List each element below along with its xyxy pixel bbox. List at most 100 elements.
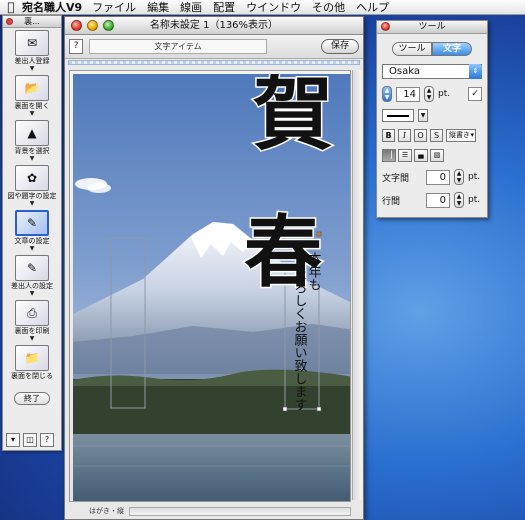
menu-window[interactable]: ウインドウ	[246, 0, 301, 15]
font-size-input[interactable]: 14	[396, 86, 420, 102]
step-sender-register[interactable]: ✉ 差出人登録 ▼	[3, 28, 61, 73]
close-back-icon: 📁	[15, 345, 49, 371]
close-window-icon[interactable]	[71, 20, 82, 31]
italic-button[interactable]: I	[398, 129, 411, 142]
tab-tool[interactable]: ツール	[392, 42, 432, 56]
image-title-icon: ✿	[15, 165, 49, 191]
zoom-window-icon[interactable]	[103, 20, 114, 31]
palette-menu-icon[interactable]: ▾	[6, 433, 20, 447]
down-arrow-icon: ▼	[29, 65, 35, 72]
line-spacing-row: 行間 0 ▲ ▼ pt.	[382, 192, 482, 208]
save-button[interactable]: 保存	[321, 39, 359, 54]
document-title: 名称未設定 1（136%表示）	[149, 20, 279, 31]
mode-indicator: 文字アイテム	[89, 39, 267, 54]
menu-line[interactable]: 線画	[180, 0, 202, 15]
font-name: Osaka	[389, 66, 420, 77]
palette-title: 裏...	[24, 17, 40, 26]
line-spacing-input[interactable]: 0	[426, 192, 450, 208]
eyedropper-icon[interactable]: ✓	[468, 87, 482, 101]
down-arrow-icon: ▼	[29, 335, 35, 342]
direction-select[interactable]: 縦書き	[446, 129, 476, 142]
help-button[interactable]: ?	[69, 39, 83, 54]
char-spacing-unit: pt.	[468, 172, 481, 182]
greeting-line-1[interactable]: 本年も	[306, 252, 322, 291]
menu-help[interactable]: ヘルプ	[356, 0, 389, 15]
step-open-back[interactable]: 📂 裏面を開く ▼	[3, 73, 61, 118]
size-unit: pt.	[438, 89, 451, 99]
vertical-scrollbar[interactable]	[352, 70, 362, 500]
paper-size-label: はがき・縦	[89, 507, 124, 515]
align-bottom-icon[interactable]: ▄	[414, 149, 428, 162]
down-arrow-icon: ▼	[29, 245, 35, 252]
document-window: 名称未設定 1（136%表示） ? 文字アイテム 保存 賀 春 本年も よろしく…	[64, 16, 364, 520]
tool-panel: ツール ツール 文字 Osaka ⇕ ▲ ▼ 14 ▲ ▼ pt. ✓ ▼ B I …	[376, 20, 488, 218]
align-center-icon[interactable]: ☰	[398, 149, 412, 162]
document-toolbar: ? 文字アイテム 保存	[65, 35, 363, 59]
down-arrow-icon: ▼	[29, 110, 35, 117]
line-style-dropdown-icon[interactable]: ▼	[418, 109, 428, 122]
step-print-back[interactable]: ⎙ 裏面を印刷 ▼	[3, 298, 61, 343]
title-char-ga[interactable]: 賀	[252, 74, 335, 163]
palette-titlebar[interactable]: 裏...	[3, 16, 61, 28]
tool-tabs: ツール 文字	[377, 42, 487, 56]
down-arrow-icon: ▼	[29, 290, 35, 297]
postcard-canvas[interactable]: 賀 春 本年も よろしくお願い致します	[69, 70, 351, 502]
outline-button[interactable]: O	[414, 129, 427, 142]
palette-close-icon[interactable]	[6, 18, 13, 25]
style-row: B I O S 縦書き	[382, 129, 482, 142]
tool-panel-title: ツール	[418, 22, 446, 32]
line-row: ▼	[382, 109, 482, 122]
menu-file[interactable]: ファイル	[92, 0, 136, 15]
char-spacing-label: 文字間	[382, 173, 410, 184]
step-label: 裏面を閉じる	[11, 372, 53, 380]
printer-icon: ⎙	[15, 300, 49, 326]
step-sender-setting[interactable]: ✎ 差出人の設定 ▼	[3, 253, 61, 298]
card-icon: ✉	[15, 30, 49, 56]
align-justify-icon[interactable]: ▧	[430, 149, 444, 162]
align-row: ▕ ☰ ▄ ▧	[382, 149, 482, 162]
horizontal-scrollbar[interactable]	[129, 506, 351, 516]
tool-panel-titlebar[interactable]: ツール	[377, 21, 487, 34]
background-icon: ▲	[15, 120, 49, 146]
step-palette: 裏... ✉ 差出人登録 ▼ 📂 裏面を開く ▼ ▲ 背景を選択 ▼ ✿ 図や題…	[2, 15, 62, 451]
line-spacing-label: 行間	[382, 196, 401, 207]
step-select-background[interactable]: ▲ 背景を選択 ▼	[3, 118, 61, 163]
greeting-line-2[interactable]: よろしくお願い致します	[292, 268, 308, 411]
char-spacing-stepper[interactable]: ▲ ▼	[454, 169, 464, 185]
menu-edit[interactable]: 編集	[147, 0, 169, 15]
menu-app-name[interactable]: 宛名職人V9	[22, 0, 82, 15]
tool-panel-close-icon[interactable]	[381, 22, 390, 31]
menu-other[interactable]: その他	[312, 0, 345, 15]
down-arrow-icon: ▼	[29, 155, 35, 162]
align-top-icon[interactable]: ▕	[382, 149, 396, 162]
char-spacing-input[interactable]: 0	[426, 169, 450, 185]
end-button[interactable]: 終了	[14, 392, 50, 405]
popup-arrows-icon: ⇕	[469, 64, 482, 79]
menubar:  宛名職人V9 ファイル 編集 線画 配置 ウインドウ その他 ヘルプ	[0, 0, 525, 15]
font-select[interactable]: Osaka ⇕	[382, 64, 482, 79]
down-arrow-icon: ▼	[29, 200, 35, 207]
step-text-setting[interactable]: ✎ 文章の設定 ▼	[3, 208, 61, 253]
text-setting-icon: ✎	[15, 210, 49, 236]
size-row: ▲ ▼ 14 ▲ ▼ pt. ✓	[382, 86, 482, 102]
step-image-title[interactable]: ✿ 図や題字の設定 ▼	[3, 163, 61, 208]
line-spacing-stepper[interactable]: ▲ ▼	[454, 192, 464, 208]
palette-help-button[interactable]: ?	[40, 433, 54, 447]
line-spacing-unit: pt.	[468, 195, 481, 205]
shadow-button[interactable]: S	[430, 129, 443, 142]
step-close-back[interactable]: 📁 裏面を閉じる	[3, 343, 61, 388]
line-style-select[interactable]	[382, 109, 414, 122]
font-size-stepper[interactable]: ▲ ▼	[424, 86, 434, 102]
char-spacing-row: 文字間 0 ▲ ▼ pt.	[382, 169, 482, 185]
bold-button[interactable]: B	[382, 129, 395, 142]
layout-icon[interactable]: ◫	[23, 433, 37, 447]
menu-layout[interactable]: 配置	[213, 0, 235, 15]
document-titlebar[interactable]: 名称未設定 1（136%表示）	[65, 17, 363, 35]
palette-bottom-bar: ▾ ◫ ?	[6, 433, 54, 447]
tab-text[interactable]: 文字	[432, 42, 472, 56]
minimize-window-icon[interactable]	[87, 20, 98, 31]
status-bar: はがき・縦	[69, 505, 351, 517]
apple-menu-icon[interactable]: 	[0, 0, 22, 14]
open-back-icon: 📂	[15, 75, 49, 101]
size-menu-stepper[interactable]: ▲ ▼	[382, 86, 392, 102]
